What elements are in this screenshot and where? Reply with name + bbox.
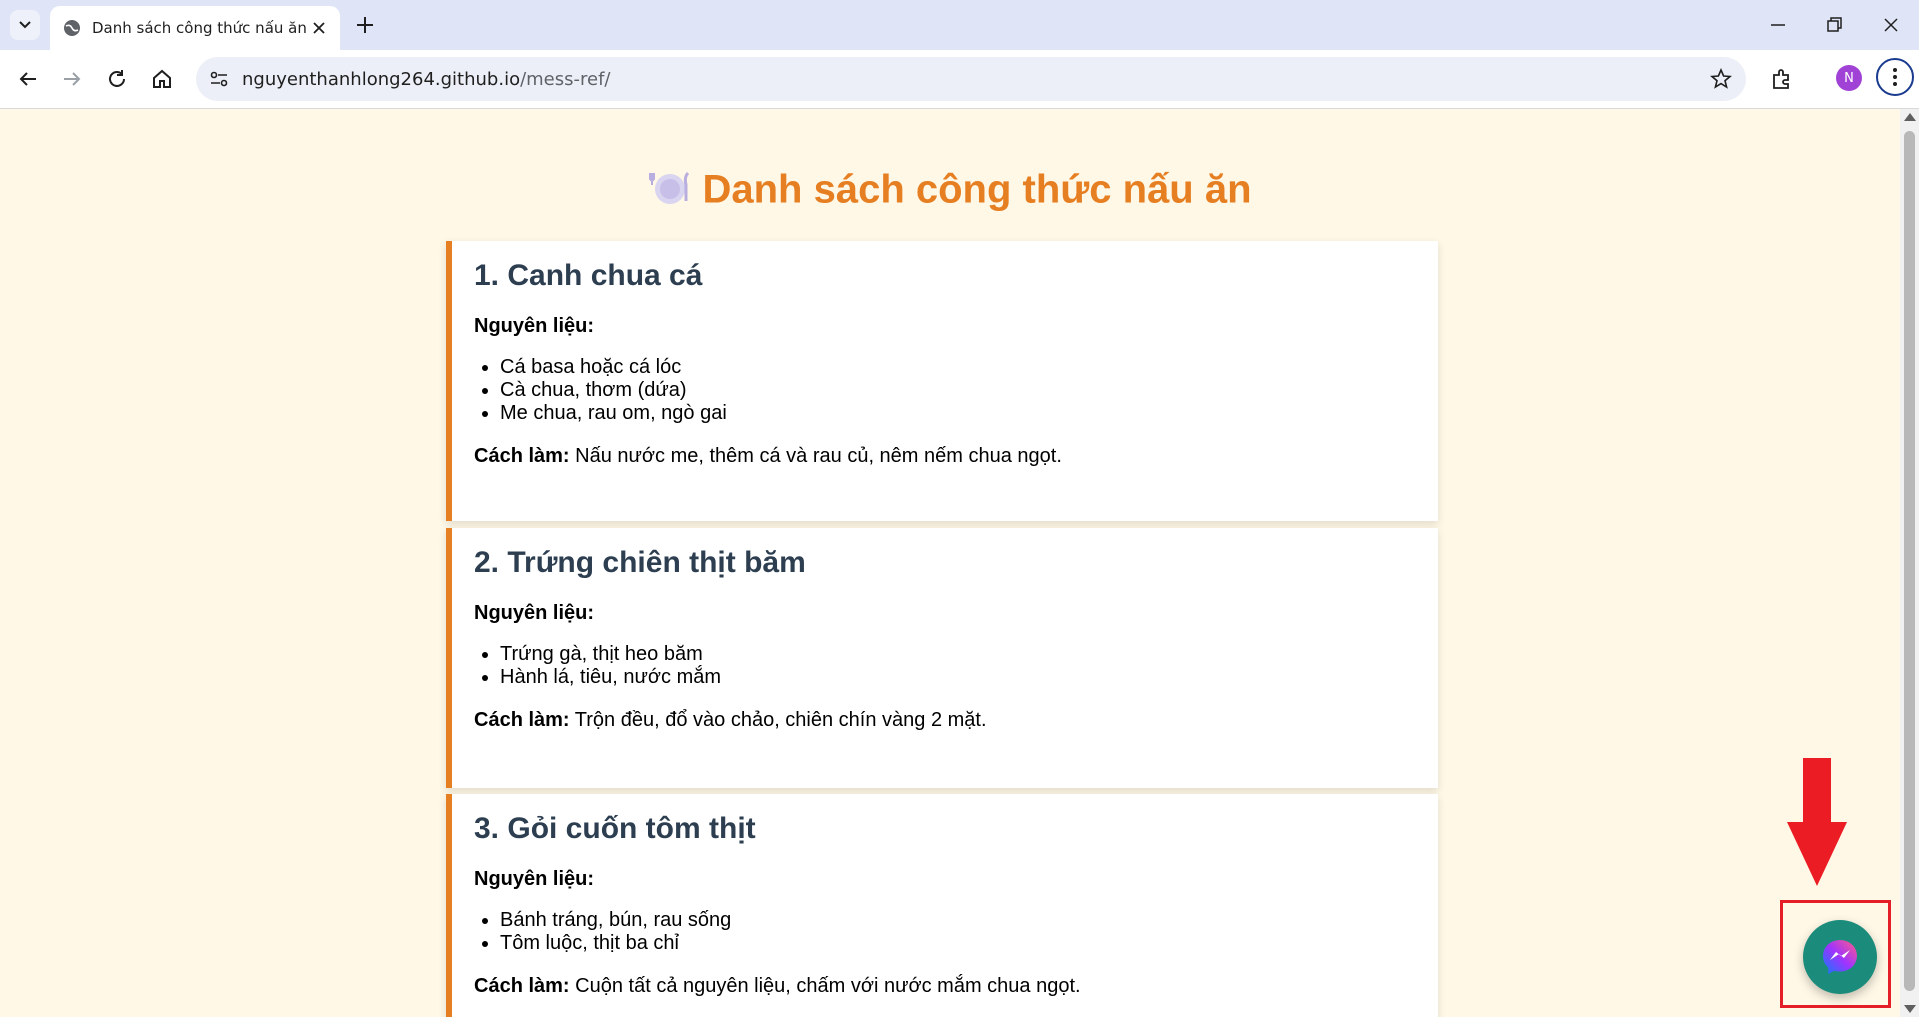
tab-title: Danh sách công thức nấu ăn bbox=[92, 19, 307, 37]
extensions-icon[interactable] bbox=[1770, 67, 1794, 91]
annotation-arrow-shaft bbox=[1803, 758, 1831, 828]
recipe-name: 2. Trứng chiên thịt băm bbox=[474, 546, 806, 579]
tab-search-button[interactable] bbox=[10, 10, 40, 40]
messenger-icon bbox=[1823, 940, 1857, 974]
bookmark-star-icon[interactable] bbox=[1710, 68, 1732, 90]
ingredient-list: Cá basa hoặc cá lóc Cà chua, thơm (dứa) … bbox=[474, 356, 1416, 425]
browser-toolbar: nguyenthanhlong264.github.io/mess-ref/ N bbox=[0, 50, 1919, 109]
url-text[interactable]: nguyenthanhlong264.github.io/mess-ref/ bbox=[242, 69, 610, 90]
forward-arrow-icon[interactable] bbox=[60, 67, 84, 91]
recipe-card: 3. Gỏi cuốn tôm thịt Nguyên liệu: Bánh t… bbox=[446, 794, 1438, 1017]
address-bar[interactable]: nguyenthanhlong264.github.io/mess-ref/ bbox=[196, 57, 1746, 101]
restore-icon[interactable] bbox=[1821, 12, 1847, 38]
ingredient-item: Cá basa hoặc cá lóc bbox=[500, 356, 1416, 379]
recipe-card: 2. Trứng chiên thịt băm Nguyên liệu: Trứ… bbox=[446, 528, 1438, 788]
chevron-down-icon bbox=[19, 21, 31, 29]
back-arrow-icon[interactable] bbox=[16, 67, 40, 91]
url-path: /mess-ref/ bbox=[520, 69, 611, 90]
page-scrollbar[interactable] bbox=[1900, 109, 1919, 1017]
method-description: Nấu nước me, thêm cá và rau củ, nêm nếm … bbox=[575, 445, 1062, 467]
recipe-name: 3. Gỏi cuốn tôm thịt bbox=[474, 812, 756, 845]
scroll-thumb[interactable] bbox=[1904, 131, 1915, 991]
ingredient-item: Hành lá, tiêu, nước mắm bbox=[500, 666, 1416, 689]
ingredient-item: Cà chua, thơm (dứa) bbox=[500, 379, 1416, 402]
ingredient-item: Me chua, rau om, ngò gai bbox=[500, 402, 1416, 425]
kebab-menu-icon bbox=[1893, 68, 1897, 86]
reload-icon[interactable] bbox=[105, 67, 129, 91]
plate-icon bbox=[648, 165, 692, 219]
ingredients-label: Nguyên liệu: bbox=[474, 602, 595, 624]
new-tab-icon[interactable] bbox=[354, 14, 376, 36]
method-text: Cách làm: Trộn đều, đổ vào chảo, chiên c… bbox=[474, 709, 1416, 732]
ingredients-label: Nguyên liệu: bbox=[474, 315, 595, 337]
messenger-chat-button[interactable] bbox=[1803, 920, 1877, 994]
close-icon[interactable] bbox=[309, 18, 329, 38]
scroll-down-arrow-icon[interactable] bbox=[1904, 1005, 1916, 1013]
ingredient-item: Trứng gà, thịt heo băm bbox=[500, 643, 1416, 666]
method-text: Cách làm: Nấu nước me, thêm cá và rau củ… bbox=[474, 445, 1416, 468]
globe-icon bbox=[64, 20, 80, 36]
ingredient-item: Bánh tráng, bún, rau sống bbox=[500, 909, 1416, 932]
method-description: Trộn đều, đổ vào chảo, chiên chín vàng 2… bbox=[574, 709, 987, 731]
minimize-icon[interactable] bbox=[1765, 12, 1791, 38]
tab-strip: Danh sách công thức nấu ăn bbox=[0, 0, 1919, 50]
page-title: Danh sách công thức nấu ăn bbox=[0, 165, 1900, 219]
recipe-card: 1. Canh chua cá Nguyên liệu: Cá basa hoặ… bbox=[446, 241, 1438, 521]
ingredient-list: Bánh tráng, bún, rau sống Tôm luộc, thịt… bbox=[474, 909, 1416, 955]
site-settings-icon[interactable] bbox=[208, 68, 230, 90]
ingredient-list: Trứng gà, thịt heo băm Hành lá, tiêu, nư… bbox=[474, 643, 1416, 689]
profile-avatar[interactable]: N bbox=[1836, 65, 1862, 91]
method-label: Cách làm: bbox=[474, 709, 570, 731]
annotation-arrow-head bbox=[1787, 822, 1847, 886]
window-close-icon[interactable] bbox=[1878, 12, 1904, 38]
home-icon[interactable] bbox=[150, 67, 174, 91]
method-text: Cách làm: Cuộn tất cả nguyên liệu, chấm … bbox=[474, 975, 1416, 998]
tab-active[interactable]: Danh sách công thức nấu ăn bbox=[50, 6, 340, 50]
method-label: Cách làm: bbox=[474, 975, 570, 997]
ingredients-label: Nguyên liệu: bbox=[474, 868, 595, 890]
browser-menu-button[interactable] bbox=[1876, 58, 1914, 96]
method-description: Cuộn tất cả nguyên liệu, chấm với nước m… bbox=[575, 975, 1081, 997]
scroll-up-arrow-icon[interactable] bbox=[1904, 113, 1916, 121]
ingredient-item: Tôm luộc, thịt ba chỉ bbox=[500, 932, 1416, 955]
page-viewport: Danh sách công thức nấu ăn 1. Canh chua … bbox=[0, 109, 1900, 1017]
method-label: Cách làm: bbox=[474, 445, 570, 467]
url-host: nguyenthanhlong264.github.io bbox=[242, 69, 521, 90]
page-title-text: Danh sách công thức nấu ăn bbox=[702, 167, 1252, 212]
recipe-name: 1. Canh chua cá bbox=[474, 259, 703, 292]
